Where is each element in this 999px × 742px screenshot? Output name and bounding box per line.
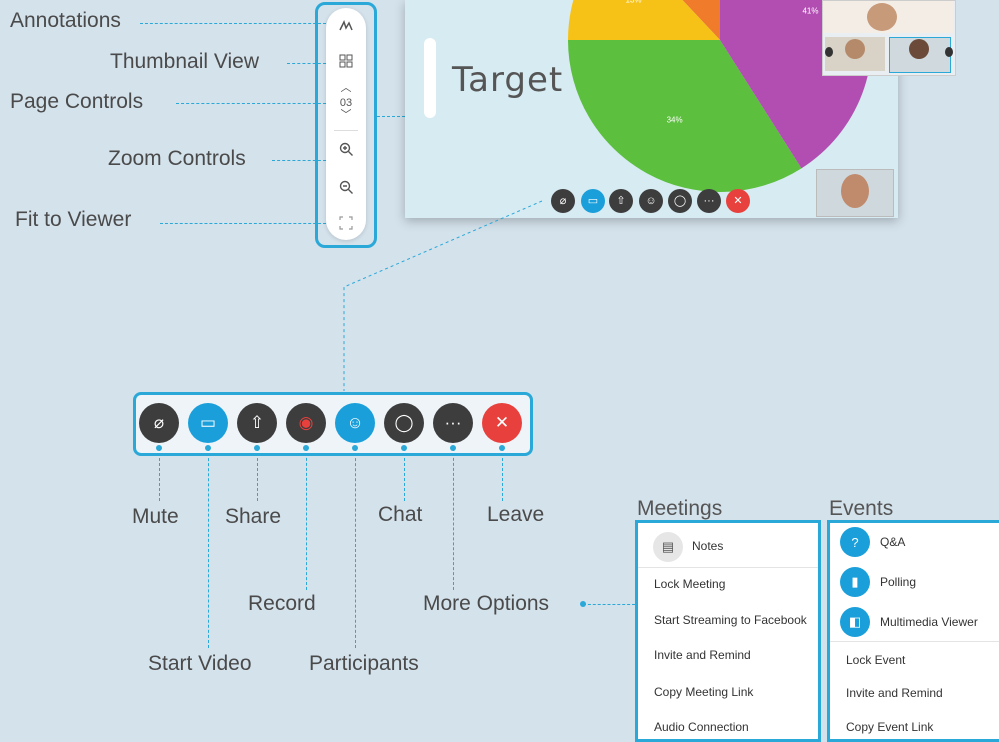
page-up-icon[interactable]: ︿ xyxy=(326,83,366,94)
more-options-menu-leader xyxy=(583,604,635,605)
screen-chat-button[interactable]: ◯ xyxy=(668,189,692,213)
leave-leader xyxy=(502,448,503,501)
participants-icon: ☺ xyxy=(346,413,364,432)
more-options-leader xyxy=(453,448,454,590)
annotations-leader xyxy=(140,23,326,24)
meetings-menu-heading: Meetings xyxy=(637,497,723,520)
share-callout: Share xyxy=(225,505,282,528)
menu-item-copy-meeting-link[interactable]: Copy Meeting Link xyxy=(638,685,818,699)
chat-button[interactable]: ◯ xyxy=(384,403,424,443)
annotations-callout: Annotations xyxy=(10,9,121,32)
participants-callout: Participants xyxy=(309,652,419,675)
more-options-button[interactable]: ··· xyxy=(433,403,473,443)
share-upload-icon: ⇧ xyxy=(249,413,265,432)
start-video-button[interactable]: ▭ xyxy=(188,403,228,443)
self-avatar xyxy=(841,174,869,208)
events-menu: ? Q&A ▮ Polling ◧ Multimedia Viewer Lock… xyxy=(827,520,999,742)
fit-to-viewer-leader xyxy=(160,223,326,224)
tiles-next-icon[interactable] xyxy=(945,47,953,57)
page-controls-callout: Page Controls xyxy=(10,90,144,113)
menu-item-invite-remind[interactable]: Invite and Remind xyxy=(638,648,818,662)
strip-to-screen-leader xyxy=(377,116,405,117)
menu-item-lock-event[interactable]: Lock Event xyxy=(830,653,999,667)
page-down-icon[interactable]: ﹀ xyxy=(326,110,366,121)
pie-slice-label: 41% xyxy=(802,7,818,16)
meetings-menu: ▤ Notes Lock Meeting Start Streaming to … xyxy=(635,520,821,742)
menu-item-invite-remind[interactable]: Invite and Remind xyxy=(830,686,999,700)
menu-item-multimedia-viewer[interactable]: Multimedia Viewer xyxy=(864,615,999,629)
mute-leader xyxy=(159,448,160,501)
start-video-callout: Start Video xyxy=(148,652,252,675)
screen-participants-button[interactable]: ☺ xyxy=(639,189,663,213)
participant-tiles xyxy=(822,0,956,76)
divider xyxy=(830,641,999,642)
zoom-controls-callout: Zoom Controls xyxy=(108,147,246,170)
fit-to-viewer-callout: Fit to Viewer xyxy=(15,208,132,231)
menu-item-qa[interactable]: Q&A xyxy=(864,535,999,549)
mute-button[interactable]: ⌀ xyxy=(139,403,179,443)
self-view-video xyxy=(816,169,894,217)
chat-leader xyxy=(404,448,405,501)
record-callout: Record xyxy=(248,592,316,615)
mute-callout: Mute xyxy=(132,505,179,528)
menu-item-polling[interactable]: Polling xyxy=(864,575,999,589)
page-controls-leader xyxy=(176,103,326,104)
menu-item-start-streaming[interactable]: Start Streaming to Facebook xyxy=(638,613,818,627)
toolbar-zoom-leader xyxy=(343,200,543,391)
participants-leader xyxy=(355,448,356,648)
pie-slice-label: 13% xyxy=(626,0,642,5)
events-menu-heading: Events xyxy=(829,497,894,520)
screen-share-button[interactable]: ⇧ xyxy=(609,189,633,213)
screen-more-button[interactable]: ··· xyxy=(697,189,721,213)
page-number: 03 xyxy=(339,97,353,109)
leader-dot xyxy=(580,601,586,607)
pie-slice-label: 34% xyxy=(667,116,683,125)
close-icon: ✕ xyxy=(494,413,510,432)
thumbnail-view-callout: Thumbnail View xyxy=(110,50,260,73)
more-options-callout: More Options xyxy=(423,592,550,615)
start-video-leader xyxy=(208,448,209,648)
screen-leave-button[interactable]: ✕ xyxy=(726,189,750,213)
screen-video-button[interactable]: ▭ xyxy=(581,189,605,213)
share-leader xyxy=(257,448,258,501)
participant-avatar xyxy=(845,39,865,59)
annotations-icon[interactable] xyxy=(326,18,366,37)
leave-callout: Leave xyxy=(487,503,545,526)
chat-callout: Chat xyxy=(378,503,423,526)
share-button[interactable]: ⇧ xyxy=(237,403,277,443)
participant-avatar xyxy=(909,39,929,59)
zoom-in-icon[interactable] xyxy=(326,142,366,160)
menu-item-audio-connection[interactable]: Audio Connection xyxy=(638,720,818,734)
menu-item-notes[interactable]: Notes xyxy=(676,539,818,553)
participant-avatar xyxy=(867,3,897,31)
divider xyxy=(334,130,358,131)
leave-button[interactable]: ✕ xyxy=(482,403,522,443)
ellipsis-icon: ··· xyxy=(444,413,462,432)
menu-item-lock-meeting[interactable]: Lock Meeting xyxy=(638,577,818,591)
divider xyxy=(638,567,818,568)
tiles-prev-icon[interactable] xyxy=(825,47,833,57)
record-icon: ◉ xyxy=(298,413,314,432)
chat-bubble-icon: ◯ xyxy=(394,413,414,432)
thumbnail-grid-icon[interactable] xyxy=(326,54,366,71)
video-icon: ▭ xyxy=(199,413,217,432)
record-button[interactable]: ◉ xyxy=(286,403,326,443)
mic-off-icon: ⌀ xyxy=(153,413,165,432)
menu-item-copy-event-link[interactable]: Copy Event Link xyxy=(830,720,999,734)
participants-button[interactable]: ☺ xyxy=(335,403,375,443)
record-leader xyxy=(306,448,307,590)
